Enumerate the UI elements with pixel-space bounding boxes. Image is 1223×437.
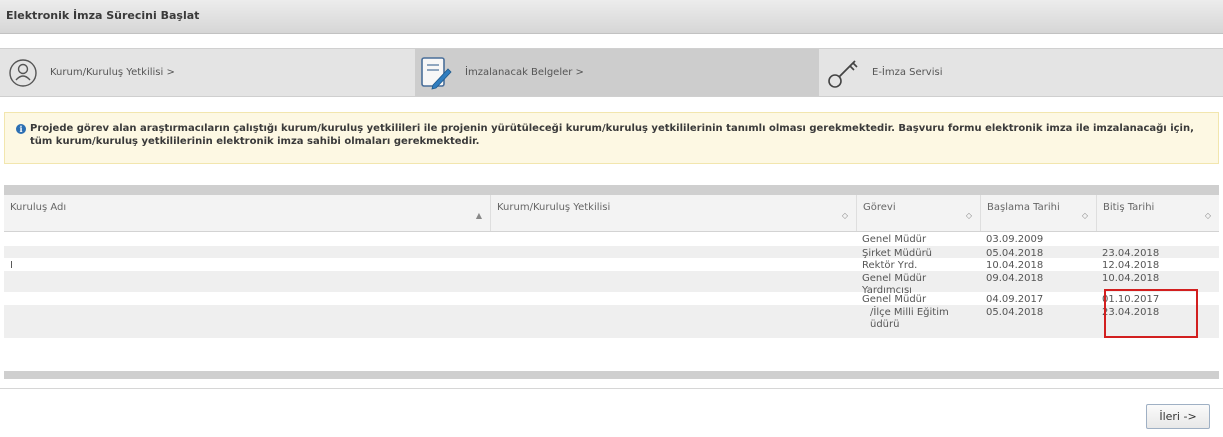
document-pen-icon — [421, 56, 452, 90]
column-header-baslama[interactable]: Başlama Tarihi ◇ — [980, 195, 1096, 231]
sort-icon: ◇ — [1081, 211, 1088, 220]
table-row[interactable]: Genel Müdür 03.09.2009 — [4, 232, 1219, 246]
sort-icon: ◇ — [965, 211, 972, 220]
table-cell-kurulus — [4, 232, 490, 236]
column-header-kurulus[interactable]: Kuruluş Adı ▲ — [4, 195, 490, 231]
table-cell-yetkili — [490, 305, 856, 309]
table-row[interactable]: Şirket Müdürü 05.04.2018 23.04.2018 — [4, 246, 1219, 259]
sort-icon: ◇ — [841, 211, 848, 220]
sort-icon: ◇ — [1204, 211, 1211, 220]
table-cell-gorev: /İlçe Milli Eğitim üdürü — [870, 307, 949, 330]
table-top-band — [4, 185, 1219, 195]
step-label: İmzalanacak Belgeler > — [465, 67, 584, 78]
step-label: Kurum/Kuruluş Yetkilisi > — [50, 67, 175, 78]
table-cell-bitis — [1096, 232, 1219, 236]
table-row[interactable]: /İlçe Milli Eğitim üdürü 05.04.2018 23.04.… — [4, 305, 1219, 338]
sort-icon: ▲ — [475, 211, 482, 220]
step-esignature-service[interactable]: E-İmza Servisi — [826, 49, 942, 96]
wizard-steps: Kurum/Kuruluş Yetkilisi > İmzalanacak Be… — [0, 48, 1223, 97]
table-header: Kuruluş Adı ▲ Kurum/Kuruluş Yetkilisi ◇ … — [4, 195, 1219, 232]
step-authorities[interactable]: Kurum/Kuruluş Yetkilisi > — [8, 49, 175, 96]
info-text: Projede görev alan araştırmacıların çalı… — [30, 123, 1194, 147]
table-cell-kurulus — [4, 271, 490, 275]
column-header-yetkili[interactable]: Kurum/Kuruluş Yetkilisi ◇ — [490, 195, 856, 231]
table-cell-kurulus — [4, 305, 490, 309]
column-header-gorev[interactable]: Görevi ◇ — [856, 195, 980, 231]
table-row[interactable]: Genel Müdür 04.09.2017 01.10.2017 — [4, 292, 1219, 305]
authorities-table: Kuruluş Adı ▲ Kurum/Kuruluş Yetkilisi ◇ … — [4, 185, 1219, 381]
table-cell-yetkili — [490, 271, 856, 275]
user-icon — [9, 58, 37, 87]
next-button[interactable]: İleri -> — [1146, 404, 1210, 429]
table-row[interactable]: I Rektör Yrd. 10.04.2018 12.04.2018 — [4, 258, 1219, 271]
table-cell-yetkili — [490, 258, 856, 262]
step-documents[interactable]: İmzalanacak Belgeler > — [415, 49, 819, 96]
title-bar: Elektronik İmza Sürecini Başlat — [0, 0, 1223, 34]
table-cell-yetkili — [490, 292, 856, 296]
step-label: E-İmza Servisi — [872, 67, 943, 78]
table-cell-kurulus — [4, 292, 490, 296]
column-header-bitis[interactable]: Bitiş Tarihi ◇ — [1096, 195, 1219, 231]
table-cell-yetkili — [490, 232, 856, 236]
table-cell-baslama: 05.04.2018 — [986, 307, 1044, 318]
highlight-box — [1104, 289, 1198, 338]
info-notice: i Projede görev alan araştırmacıların ça… — [4, 112, 1219, 164]
key-icon — [828, 59, 858, 88]
table-cell-kurulus — [4, 246, 490, 250]
footer-divider — [0, 388, 1223, 389]
table-cell-bitis: 10.04.2018 — [1102, 273, 1160, 284]
page-title: Elektronik İmza Sürecini Başlat — [6, 9, 200, 22]
table-row[interactable]: Genel Müdür Yardımcısı 09.04.2018 10.04.20… — [4, 271, 1219, 296]
table-bottom-band — [4, 371, 1219, 379]
table-cell-baslama: 09.04.2018 — [986, 273, 1044, 284]
info-icon: i — [16, 124, 26, 134]
table-cell-yetkili — [490, 246, 856, 250]
